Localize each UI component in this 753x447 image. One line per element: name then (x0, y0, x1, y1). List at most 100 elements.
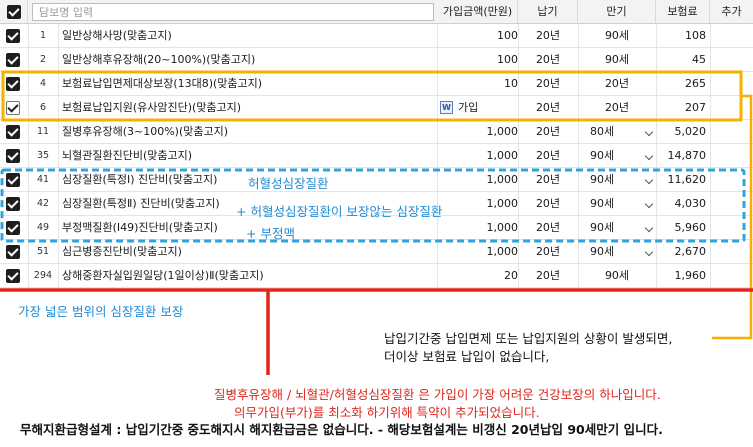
table-row[interactable]: 4 보험료납입면제대상보장(13대8)(맞춤고지) 10 20년 20년 265 (0, 72, 753, 96)
amount-value[interactable]: 10 (438, 72, 518, 96)
row-number: 6 (39, 102, 47, 113)
period-value: 20년 (535, 101, 561, 114)
maturity-value: 90세 (604, 29, 630, 42)
premium-value: 4,030 (674, 197, 707, 210)
annotation-other-heart: + 허혈성심장질환이 보장않는 심장질환 (236, 204, 443, 219)
col-premium[interactable]: 보험료 (656, 0, 710, 24)
period-value: 20년 (535, 29, 561, 42)
premium-value: 108 (685, 29, 706, 42)
period-value: 20년 (535, 53, 561, 66)
row-checkbox[interactable] (6, 269, 20, 283)
row-number: 41 (36, 174, 50, 185)
premium-value: 5,020 (674, 125, 707, 138)
table-row[interactable]: 51 심근병증진단비(맞춤고지) 1,000 20년 90세 2,670 (0, 240, 753, 264)
premium-value: 1,960 (674, 269, 707, 282)
period-value: 20년 (535, 149, 561, 162)
period-value: 20년 (535, 173, 561, 186)
row-number: 51 (36, 246, 50, 257)
premium-value: 207 (685, 101, 706, 114)
annotation-waiver-line1: 납입기간중 납입면제 또는 납입지원의 상황이 발생되면, (384, 331, 673, 346)
coverage-name: 질병후유장해(3~100%)(맞춤고지) (62, 125, 229, 138)
maturity-select[interactable]: 90세 (580, 168, 654, 192)
table-row[interactable]: 11 질병후유장해(3~100%)(맞춤고지) 1,000 20년 80세 5,… (0, 120, 753, 144)
row-number: 4 (39, 78, 47, 89)
annotation-widest-coverage: 가장 넓은 범위의 심장질환 보장 (18, 304, 184, 319)
row-number: 11 (36, 126, 50, 137)
row-number: 1 (39, 30, 47, 41)
annotation-hard-coverage: 질병후유장해 / 뇌혈관/허혈성심장질환 은 가입이 가장 어려운 건강보장의 … (214, 387, 661, 402)
period-value: 20년 (535, 125, 561, 138)
table-row[interactable]: 6 보험료납입지원(유사암진단)(맞춤고지) W 가입 20년 20년 207 (0, 96, 753, 120)
table-row[interactable]: 2 일반상해후유장해(20~100%)(맞춤고지) 100 20년 90세 45 (0, 48, 753, 72)
row-checkbox[interactable] (6, 221, 20, 235)
coverage-name: 뇌혈관질환진단비(맞춤고지) (62, 149, 193, 162)
coverage-search-input[interactable] (32, 3, 434, 21)
maturity-select[interactable]: 90세 (580, 192, 654, 216)
row-checkbox[interactable] (6, 53, 20, 67)
row-number: 2 (39, 54, 47, 65)
maturity-value: 20년 (604, 77, 630, 90)
amount-value[interactable]: 100 (438, 24, 518, 48)
table-header: 가입금액(만원) 납기 만기 보험료 추가 (0, 0, 753, 24)
amount-value[interactable]: 1,000 (438, 120, 519, 144)
annotation-arrhythmia: + 부정맥 (246, 226, 295, 241)
row-checkbox[interactable] (6, 149, 20, 163)
table-row[interactable]: 294 상해중환자실입원일당(1일이상)Ⅱ(맞춤고지) 20 20년 90세 1… (0, 264, 753, 288)
row-checkbox[interactable] (6, 29, 20, 43)
enroll-select[interactable]: 가입 (458, 96, 478, 120)
period-value: 20년 (535, 269, 561, 282)
period-value: 20년 (535, 77, 561, 90)
period-value: 20년 (535, 221, 561, 234)
row-checkbox[interactable] (6, 173, 20, 187)
coverage-name: 보험료납입면제대상보장(13대8)(맞춤고지) (62, 77, 263, 90)
row-checkbox[interactable] (6, 101, 20, 115)
amount-value[interactable]: 1,000 (438, 144, 519, 168)
coverage-name: 일반상해후유장해(20~100%)(맞춤고지) (62, 53, 256, 66)
col-maturity[interactable]: 만기 (578, 0, 656, 24)
maturity-value: 20년 (604, 101, 630, 114)
premium-value: 45 (692, 53, 706, 66)
table-row[interactable]: 1 일반상해사망(맞춤고지) 100 20년 90세 108 (0, 24, 753, 48)
premium-value: 11,620 (667, 173, 707, 186)
col-period[interactable]: 납기 (518, 0, 578, 24)
premium-value: 265 (685, 77, 706, 90)
premium-value: 2,670 (674, 245, 707, 258)
coverage-name: 일반상해사망(맞춤고지) (62, 29, 172, 42)
amount-value[interactable]: 1,000 (438, 240, 519, 264)
row-number: 35 (36, 150, 50, 161)
period-value: 20년 (535, 197, 561, 210)
maturity-select[interactable]: 90세 (580, 240, 654, 264)
row-number: 294 (33, 270, 53, 281)
row-checkbox[interactable] (6, 125, 20, 139)
select-all-checkbox[interactable] (7, 5, 21, 19)
premium-value: 14,870 (667, 149, 707, 162)
col-add[interactable]: 추가 (710, 0, 753, 24)
amount-value[interactable]: 100 (438, 48, 518, 72)
coverage-name: 상해중환자실입원일당(1일이상)Ⅱ(맞춤고지) (62, 269, 264, 282)
dropdown-icon[interactable]: W (440, 101, 453, 114)
table-row[interactable]: 35 뇌혈관질환진단비(맞춤고지) 1,000 20년 90세 14,870 (0, 144, 753, 168)
coverage-name: 보험료납입지원(유사암진단)(맞춤고지) (62, 101, 242, 114)
amount-value[interactable]: 20 (438, 264, 518, 288)
maturity-select[interactable]: 90세 (580, 216, 654, 240)
amount-value[interactable]: 1,000 (438, 168, 519, 192)
annotation-no-surrender: 무해지환급형설계 : 납입기간중 중도해지시 해지환급금은 없습니다. - 해당… (20, 422, 663, 437)
row-checkbox[interactable] (6, 77, 20, 91)
maturity-value: 90세 (604, 269, 630, 282)
amount-value[interactable]: 1,000 (438, 216, 519, 240)
maturity-select[interactable]: 90세 (580, 144, 654, 168)
row-checkbox[interactable] (6, 197, 20, 211)
row-number: 49 (36, 222, 50, 233)
annotation-ischemic: 허혈성심장질환 (248, 176, 329, 191)
col-amount[interactable]: 가입금액(만원) (438, 0, 518, 24)
row-number: 42 (36, 198, 50, 209)
annotation-waiver-line2: 더이상 보험료 납입이 없습니다, (384, 349, 550, 364)
maturity-value: 90세 (604, 53, 630, 66)
header-check-cell (0, 0, 28, 24)
maturity-select[interactable]: 80세 (580, 120, 654, 144)
row-checkbox[interactable] (6, 245, 20, 259)
premium-value: 5,960 (674, 221, 707, 234)
table-row[interactable]: 41 심장질환(특정Ⅰ) 진단비(맞춤고지) 1,000 20년 90세 11,… (0, 168, 753, 192)
period-value: 20년 (535, 245, 561, 258)
amount-value[interactable]: 1,000 (438, 192, 519, 216)
